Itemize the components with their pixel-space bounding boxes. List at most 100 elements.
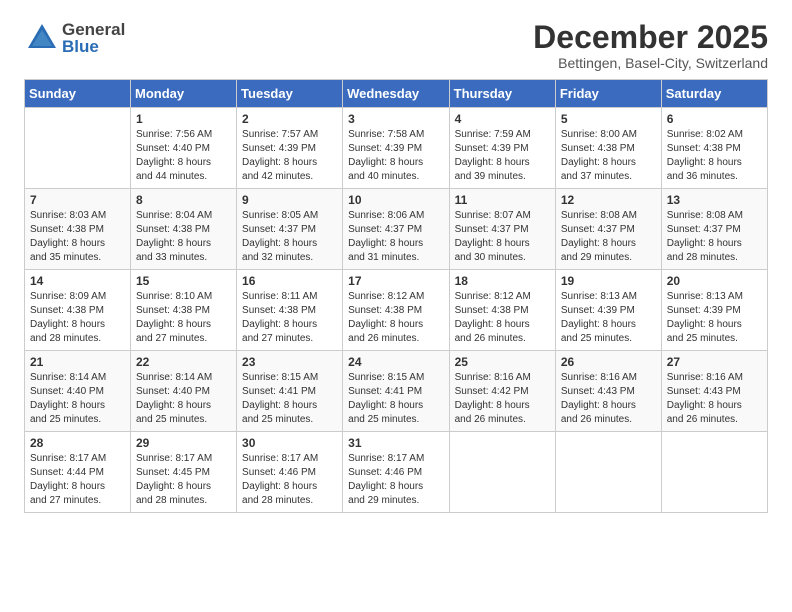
day-number: 26 [561, 355, 656, 369]
day-number: 19 [561, 274, 656, 288]
month-title: December 2025 [533, 20, 768, 55]
calendar-week-row: 28Sunrise: 8:17 AMSunset: 4:44 PMDayligh… [25, 432, 768, 513]
logo-general: General [62, 21, 125, 38]
calendar-cell: 8 Sunrise: 8:04 AMSunset: 4:38 PMDaylight… [131, 189, 237, 270]
day-number: 3 [348, 112, 443, 126]
calendar-cell: 2Sunrise: 7:57 AMSunset: 4:39 PMDaylight… [237, 108, 343, 189]
calendar-cell: 26 Sunrise: 8:16 AMSunset: 4:43 PMDayligh… [555, 351, 661, 432]
logo-icon [24, 20, 60, 56]
day-info: Sunrise: 8:16 AMSunset: 4:42 PMDaylight:… [455, 371, 550, 427]
calendar-cell: 31 Sunrise: 8:17 AMSunset: 4:46 PMDayligh… [343, 432, 449, 513]
day-info: Sunrise: 8:17 AMSunset: 4:44 PMDaylight:… [30, 452, 125, 508]
calendar-cell: 18Sunrise: 8:12 AMSunset: 4:38 PMDayligh… [449, 270, 555, 351]
day-info: Sunrise: 7:59 AMSunset: 4:39 PMDaylight:… [455, 128, 550, 184]
day-number: 27 [667, 355, 762, 369]
day-number: 29 [136, 436, 231, 450]
day-info: Sunrise: 8:14 AMSunset: 4:40 PMDaylight:… [136, 371, 231, 427]
day-number: 21 [30, 355, 125, 369]
day-info: Sunrise: 8:08 AMSunset: 4:37 PMDaylight:… [667, 209, 762, 265]
day-info: Sunrise: 8:10 AMSunset: 4:38 PMDaylight:… [136, 290, 231, 346]
weekday-header-saturday: Saturday [661, 80, 767, 108]
day-number: 15 [136, 274, 231, 288]
day-number: 22 [136, 355, 231, 369]
weekday-header-wednesday: Wednesday [343, 80, 449, 108]
day-info: Sunrise: 8:07 AMSunset: 4:37 PMDaylight:… [455, 209, 550, 265]
day-info: Sunrise: 8:15 AMSunset: 4:41 PMDaylight:… [242, 371, 337, 427]
day-info: Sunrise: 8:15 AMSunset: 4:41 PMDaylight:… [348, 371, 443, 427]
calendar-cell: 24 Sunrise: 8:15 AMSunset: 4:41 PMDayligh… [343, 351, 449, 432]
calendar-cell: 10 Sunrise: 8:06 AMSunset: 4:37 PMDayligh… [343, 189, 449, 270]
day-number: 7 [30, 193, 125, 207]
day-info: Sunrise: 7:56 AMSunset: 4:40 PMDaylight:… [136, 128, 231, 184]
day-info: Sunrise: 8:17 AMSunset: 4:46 PMDaylight:… [242, 452, 337, 508]
day-number: 2 [242, 112, 337, 126]
day-number: 11 [455, 193, 550, 207]
weekday-header-sunday: Sunday [25, 80, 131, 108]
day-number: 17 [348, 274, 443, 288]
day-info: Sunrise: 8:12 AMSunset: 4:38 PMDaylight:… [348, 290, 443, 346]
calendar-cell: 16 Sunrise: 8:11 AMSunset: 4:38 PMDayligh… [237, 270, 343, 351]
day-number: 16 [242, 274, 337, 288]
calendar-cell: 4Sunrise: 7:59 AMSunset: 4:39 PMDaylight… [449, 108, 555, 189]
calendar-cell: 23 Sunrise: 8:15 AMSunset: 4:41 PMDayligh… [237, 351, 343, 432]
day-number: 10 [348, 193, 443, 207]
calendar-cell: 30 Sunrise: 8:17 AMSunset: 4:46 PMDayligh… [237, 432, 343, 513]
calendar-cell: 6Sunrise: 8:02 AMSunset: 4:38 PMDaylight… [661, 108, 767, 189]
day-info: Sunrise: 8:13 AMSunset: 4:39 PMDaylight:… [667, 290, 762, 346]
day-info: Sunrise: 8:04 AMSunset: 4:38 PMDaylight:… [136, 209, 231, 265]
calendar-cell [25, 108, 131, 189]
weekday-header-tuesday: Tuesday [237, 80, 343, 108]
calendar-cell: 5 Sunrise: 8:00 AMSunset: 4:38 PMDaylight… [555, 108, 661, 189]
day-number: 9 [242, 193, 337, 207]
calendar-cell: 14 Sunrise: 8:09 AMSunset: 4:38 PMDayligh… [25, 270, 131, 351]
day-info: Sunrise: 8:06 AMSunset: 4:37 PMDaylight:… [348, 209, 443, 265]
calendar-week-row: 14 Sunrise: 8:09 AMSunset: 4:38 PMDayligh… [25, 270, 768, 351]
day-info: Sunrise: 8:17 AMSunset: 4:46 PMDaylight:… [348, 452, 443, 508]
calendar-table: SundayMondayTuesdayWednesdayThursdayFrid… [24, 79, 768, 513]
day-number: 30 [242, 436, 337, 450]
calendar-week-row: 1Sunrise: 7:56 AMSunset: 4:40 PMDaylight… [25, 108, 768, 189]
title-block: December 2025 Bettingen, Basel-City, Swi… [533, 20, 768, 71]
calendar-cell: 3 Sunrise: 7:58 AMSunset: 4:39 PMDaylight… [343, 108, 449, 189]
day-info: Sunrise: 8:09 AMSunset: 4:38 PMDaylight:… [30, 290, 125, 346]
calendar-cell: 12Sunrise: 8:08 AMSunset: 4:37 PMDayligh… [555, 189, 661, 270]
day-number: 12 [561, 193, 656, 207]
location-title: Bettingen, Basel-City, Switzerland [533, 55, 768, 71]
day-info: Sunrise: 8:00 AMSunset: 4:38 PMDaylight:… [561, 128, 656, 184]
calendar-week-row: 7 Sunrise: 8:03 AMSunset: 4:38 PMDaylight… [25, 189, 768, 270]
calendar-cell: 22 Sunrise: 8:14 AMSunset: 4:40 PMDayligh… [131, 351, 237, 432]
weekday-header-thursday: Thursday [449, 80, 555, 108]
day-info: Sunrise: 7:58 AMSunset: 4:39 PMDaylight:… [348, 128, 443, 184]
day-number: 14 [30, 274, 125, 288]
calendar-cell: 27Sunrise: 8:16 AMSunset: 4:43 PMDayligh… [661, 351, 767, 432]
weekday-header-monday: Monday [131, 80, 237, 108]
day-number: 24 [348, 355, 443, 369]
calendar-cell: 1Sunrise: 7:56 AMSunset: 4:40 PMDaylight… [131, 108, 237, 189]
calendar-cell: 15 Sunrise: 8:10 AMSunset: 4:38 PMDayligh… [131, 270, 237, 351]
weekday-header-friday: Friday [555, 80, 661, 108]
calendar-cell: 11 Sunrise: 8:07 AMSunset: 4:37 PMDayligh… [449, 189, 555, 270]
calendar-cell: 19 Sunrise: 8:13 AMSunset: 4:39 PMDayligh… [555, 270, 661, 351]
day-info: Sunrise: 8:13 AMSunset: 4:39 PMDaylight:… [561, 290, 656, 346]
day-info: Sunrise: 8:05 AMSunset: 4:37 PMDaylight:… [242, 209, 337, 265]
calendar-week-row: 21 Sunrise: 8:14 AMSunset: 4:40 PMDayligh… [25, 351, 768, 432]
day-number: 31 [348, 436, 443, 450]
calendar-cell [449, 432, 555, 513]
day-number: 25 [455, 355, 550, 369]
calendar-cell: 29 Sunrise: 8:17 AMSunset: 4:45 PMDayligh… [131, 432, 237, 513]
day-info: Sunrise: 8:16 AMSunset: 4:43 PMDaylight:… [561, 371, 656, 427]
day-info: Sunrise: 8:03 AMSunset: 4:38 PMDaylight:… [30, 209, 125, 265]
day-info: Sunrise: 8:11 AMSunset: 4:38 PMDaylight:… [242, 290, 337, 346]
logo: General Blue [24, 20, 125, 56]
day-info: Sunrise: 8:12 AMSunset: 4:38 PMDaylight:… [455, 290, 550, 346]
calendar-cell: 20 Sunrise: 8:13 AMSunset: 4:39 PMDayligh… [661, 270, 767, 351]
day-number: 8 [136, 193, 231, 207]
day-info: Sunrise: 8:17 AMSunset: 4:45 PMDaylight:… [136, 452, 231, 508]
day-number: 6 [667, 112, 762, 126]
day-number: 23 [242, 355, 337, 369]
day-number: 5 [561, 112, 656, 126]
day-number: 20 [667, 274, 762, 288]
calendar-cell: 21Sunrise: 8:14 AMSunset: 4:40 PMDayligh… [25, 351, 131, 432]
calendar-cell: 25 Sunrise: 8:16 AMSunset: 4:42 PMDayligh… [449, 351, 555, 432]
weekday-header-row: SundayMondayTuesdayWednesdayThursdayFrid… [25, 80, 768, 108]
